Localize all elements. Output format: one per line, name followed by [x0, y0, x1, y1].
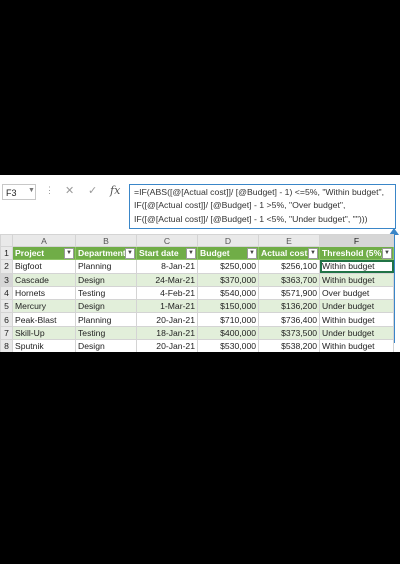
cell-threshold[interactable]: Within budget [319, 339, 394, 352]
cell-threshold[interactable]: Within budget [319, 259, 394, 274]
row-header[interactable]: 1 [0, 245, 13, 261]
cell-department[interactable]: Design [75, 272, 137, 287]
cell-start-date[interactable]: 4-Feb-21 [136, 285, 198, 301]
filter-dropdown-icon[interactable]: ▼ [125, 248, 135, 259]
cell-budget[interactable]: $250,000 [197, 259, 259, 274]
cell-project[interactable]: Skill-Up [12, 325, 76, 341]
filter-dropdown-icon[interactable]: ▼ [382, 248, 392, 259]
cell-project[interactable]: Peak-Blast [12, 312, 76, 327]
cell-department[interactable]: Design [75, 299, 137, 314]
cell-start-date[interactable]: 1-Mar-21 [136, 299, 198, 314]
name-box-dropdown-icon[interactable]: ▼ [28, 187, 35, 194]
column-header-d[interactable]: D [197, 234, 259, 247]
enter-icon[interactable]: ✓ [88, 184, 97, 197]
cell-threshold[interactable]: Over budget [319, 285, 394, 301]
header-label: Actual cost [261, 248, 308, 259]
cell-project[interactable]: Mercury [12, 299, 76, 314]
cell-actual-cost[interactable]: $136,200 [258, 299, 320, 314]
cell-department[interactable]: Testing [75, 285, 137, 301]
cell-threshold[interactable]: Under budget [319, 325, 394, 341]
row-header[interactable]: 8 [0, 339, 13, 352]
cell-project[interactable]: Hornets [12, 285, 76, 301]
header-label: Budget [200, 248, 230, 259]
filter-dropdown-icon[interactable]: ▼ [186, 248, 196, 259]
cell-project[interactable]: Cascade [12, 272, 76, 287]
cell-project[interactable]: Bigfoot [12, 259, 76, 274]
column-header-f[interactable]: F [319, 234, 394, 247]
worksheet-grid: A B C D E F 1 Project ▼ Department ▼ Start… [0, 234, 394, 352]
row-header[interactable]: 6 [0, 312, 13, 327]
cell-start-date[interactable]: 24-Mar-21 [136, 272, 198, 287]
cell-start-date[interactable]: 8-Jan-21 [136, 259, 198, 274]
cell-actual-cost[interactable]: $363,700 [258, 272, 320, 287]
column-header-a[interactable]: A [12, 234, 76, 247]
table-row: 3 Cascade Design 24-Mar-21 $370,000 $363,700 W… [0, 272, 394, 287]
formula-input[interactable]: =IF(ABS([@[Actual cost]]/ [@Budget] - 1)… [129, 184, 396, 229]
cell-department[interactable]: Design [75, 339, 137, 352]
column-header-c[interactable]: C [136, 234, 198, 247]
formula-bar-grip-icon: ⋮ [45, 185, 55, 195]
cell-actual-cost[interactable]: $736,400 [258, 312, 320, 327]
header-label: Project [15, 248, 45, 259]
cell-budget[interactable]: $530,000 [197, 339, 259, 352]
row-header[interactable]: 2 [0, 259, 13, 274]
header-cell-department[interactable]: Department ▼ [75, 245, 137, 261]
row-header[interactable]: 7 [0, 325, 13, 341]
column-header-e[interactable]: E [258, 234, 320, 247]
cell-actual-cost[interactable]: $256,100 [258, 259, 320, 274]
header-label: Threshold (5%) [322, 248, 385, 259]
filter-dropdown-icon[interactable]: ▼ [247, 248, 257, 259]
header-cell-project[interactable]: Project ▼ [12, 245, 76, 261]
spreadsheet-view: F 3 ▼ ⋮ ✕ ✓ fx =IF(ABS([@[Actual cost]]/ … [0, 175, 400, 352]
cell-department[interactable]: Planning [75, 259, 137, 274]
table-row: 4 Hornets Testing 4-Feb-21 $540,000 $571,900 O… [0, 285, 394, 301]
header-cell-threshold[interactable]: Threshold (5%) ▼ [319, 245, 394, 261]
cell-budget[interactable]: $400,000 [197, 325, 259, 341]
formula-line: =IF(ABS([@[Actual cost]]/ [@Budget] - 1)… [134, 187, 385, 197]
table-row: 2 Bigfoot Planning 8-Jan-21 $250,000 $256,100… [0, 259, 394, 274]
cell-budget[interactable]: $540,000 [197, 285, 259, 301]
cell-budget[interactable]: $370,000 [197, 272, 259, 287]
cell-budget[interactable]: $710,000 [197, 312, 259, 327]
cell-actual-cost[interactable]: $538,200 [258, 339, 320, 352]
column-header-b[interactable]: B [75, 234, 137, 247]
filter-dropdown-icon[interactable]: ▼ [64, 248, 74, 259]
cell-actual-cost[interactable]: $373,500 [258, 325, 320, 341]
formula-line: IF([@[Actual cost]]/ [@Budget] - 1 >5%, … [134, 200, 346, 211]
cell-project[interactable]: Sputnik [12, 339, 76, 352]
table-header-row: 1 Project ▼ Department ▼ Start date ▼ Budge… [0, 245, 394, 261]
cell-department[interactable]: Testing [75, 325, 137, 341]
formula-bar: F3 ▼ ⋮ ✕ ✓ fx =IF(ABS([@[Actual cost]]/ … [0, 175, 400, 233]
cell-threshold[interactable]: Within budget [319, 272, 394, 287]
cell-department[interactable]: Planning [75, 312, 137, 327]
filter-dropdown-icon[interactable]: ▼ [308, 248, 318, 259]
header-label: Department [78, 248, 126, 259]
row-header[interactable]: 3 [0, 272, 13, 287]
cell-budget[interactable]: $150,000 [197, 299, 259, 314]
table-row: 6 Peak-Blast Planning 20-Jan-21 $710,000 $736… [0, 312, 394, 327]
header-cell-actual-cost[interactable]: Actual cost ▼ [258, 245, 320, 261]
row-header[interactable]: 4 [0, 285, 13, 301]
formula-line: IF([@[Actual cost]]/ [@Budget] - 1 <5%, … [134, 213, 368, 224]
cell-threshold[interactable]: Under budget [319, 299, 394, 314]
cell-start-date[interactable]: 20-Jan-21 [136, 312, 198, 327]
cell-actual-cost[interactable]: $571,900 [258, 285, 320, 301]
cell-start-date[interactable]: 18-Jan-21 [136, 325, 198, 341]
row-header[interactable]: 5 [0, 299, 13, 314]
cell-start-date[interactable]: 20-Jan-21 [136, 339, 198, 352]
header-cell-budget[interactable]: Budget ▼ [197, 245, 259, 261]
header-label: Start date [139, 248, 179, 259]
table-row: 5 Mercury Design 1-Mar-21 $150,000 $136,200 Un… [0, 299, 394, 314]
table-row: 7 Skill-Up Testing 18-Jan-21 $400,000 $373,50… [0, 325, 394, 341]
header-cell-start-date[interactable]: Start date ▼ [136, 245, 198, 261]
column-header-row: A B C D E F [0, 234, 394, 247]
insert-function-icon[interactable]: fx [110, 184, 120, 197]
cell-threshold[interactable]: Within budget [319, 312, 394, 327]
table-row: 8 Sputnik Design 20-Jan-21 $530,000 $538,200 W… [0, 339, 394, 352]
cancel-icon[interactable]: ✕ [65, 184, 74, 197]
select-all-corner[interactable] [0, 234, 13, 247]
